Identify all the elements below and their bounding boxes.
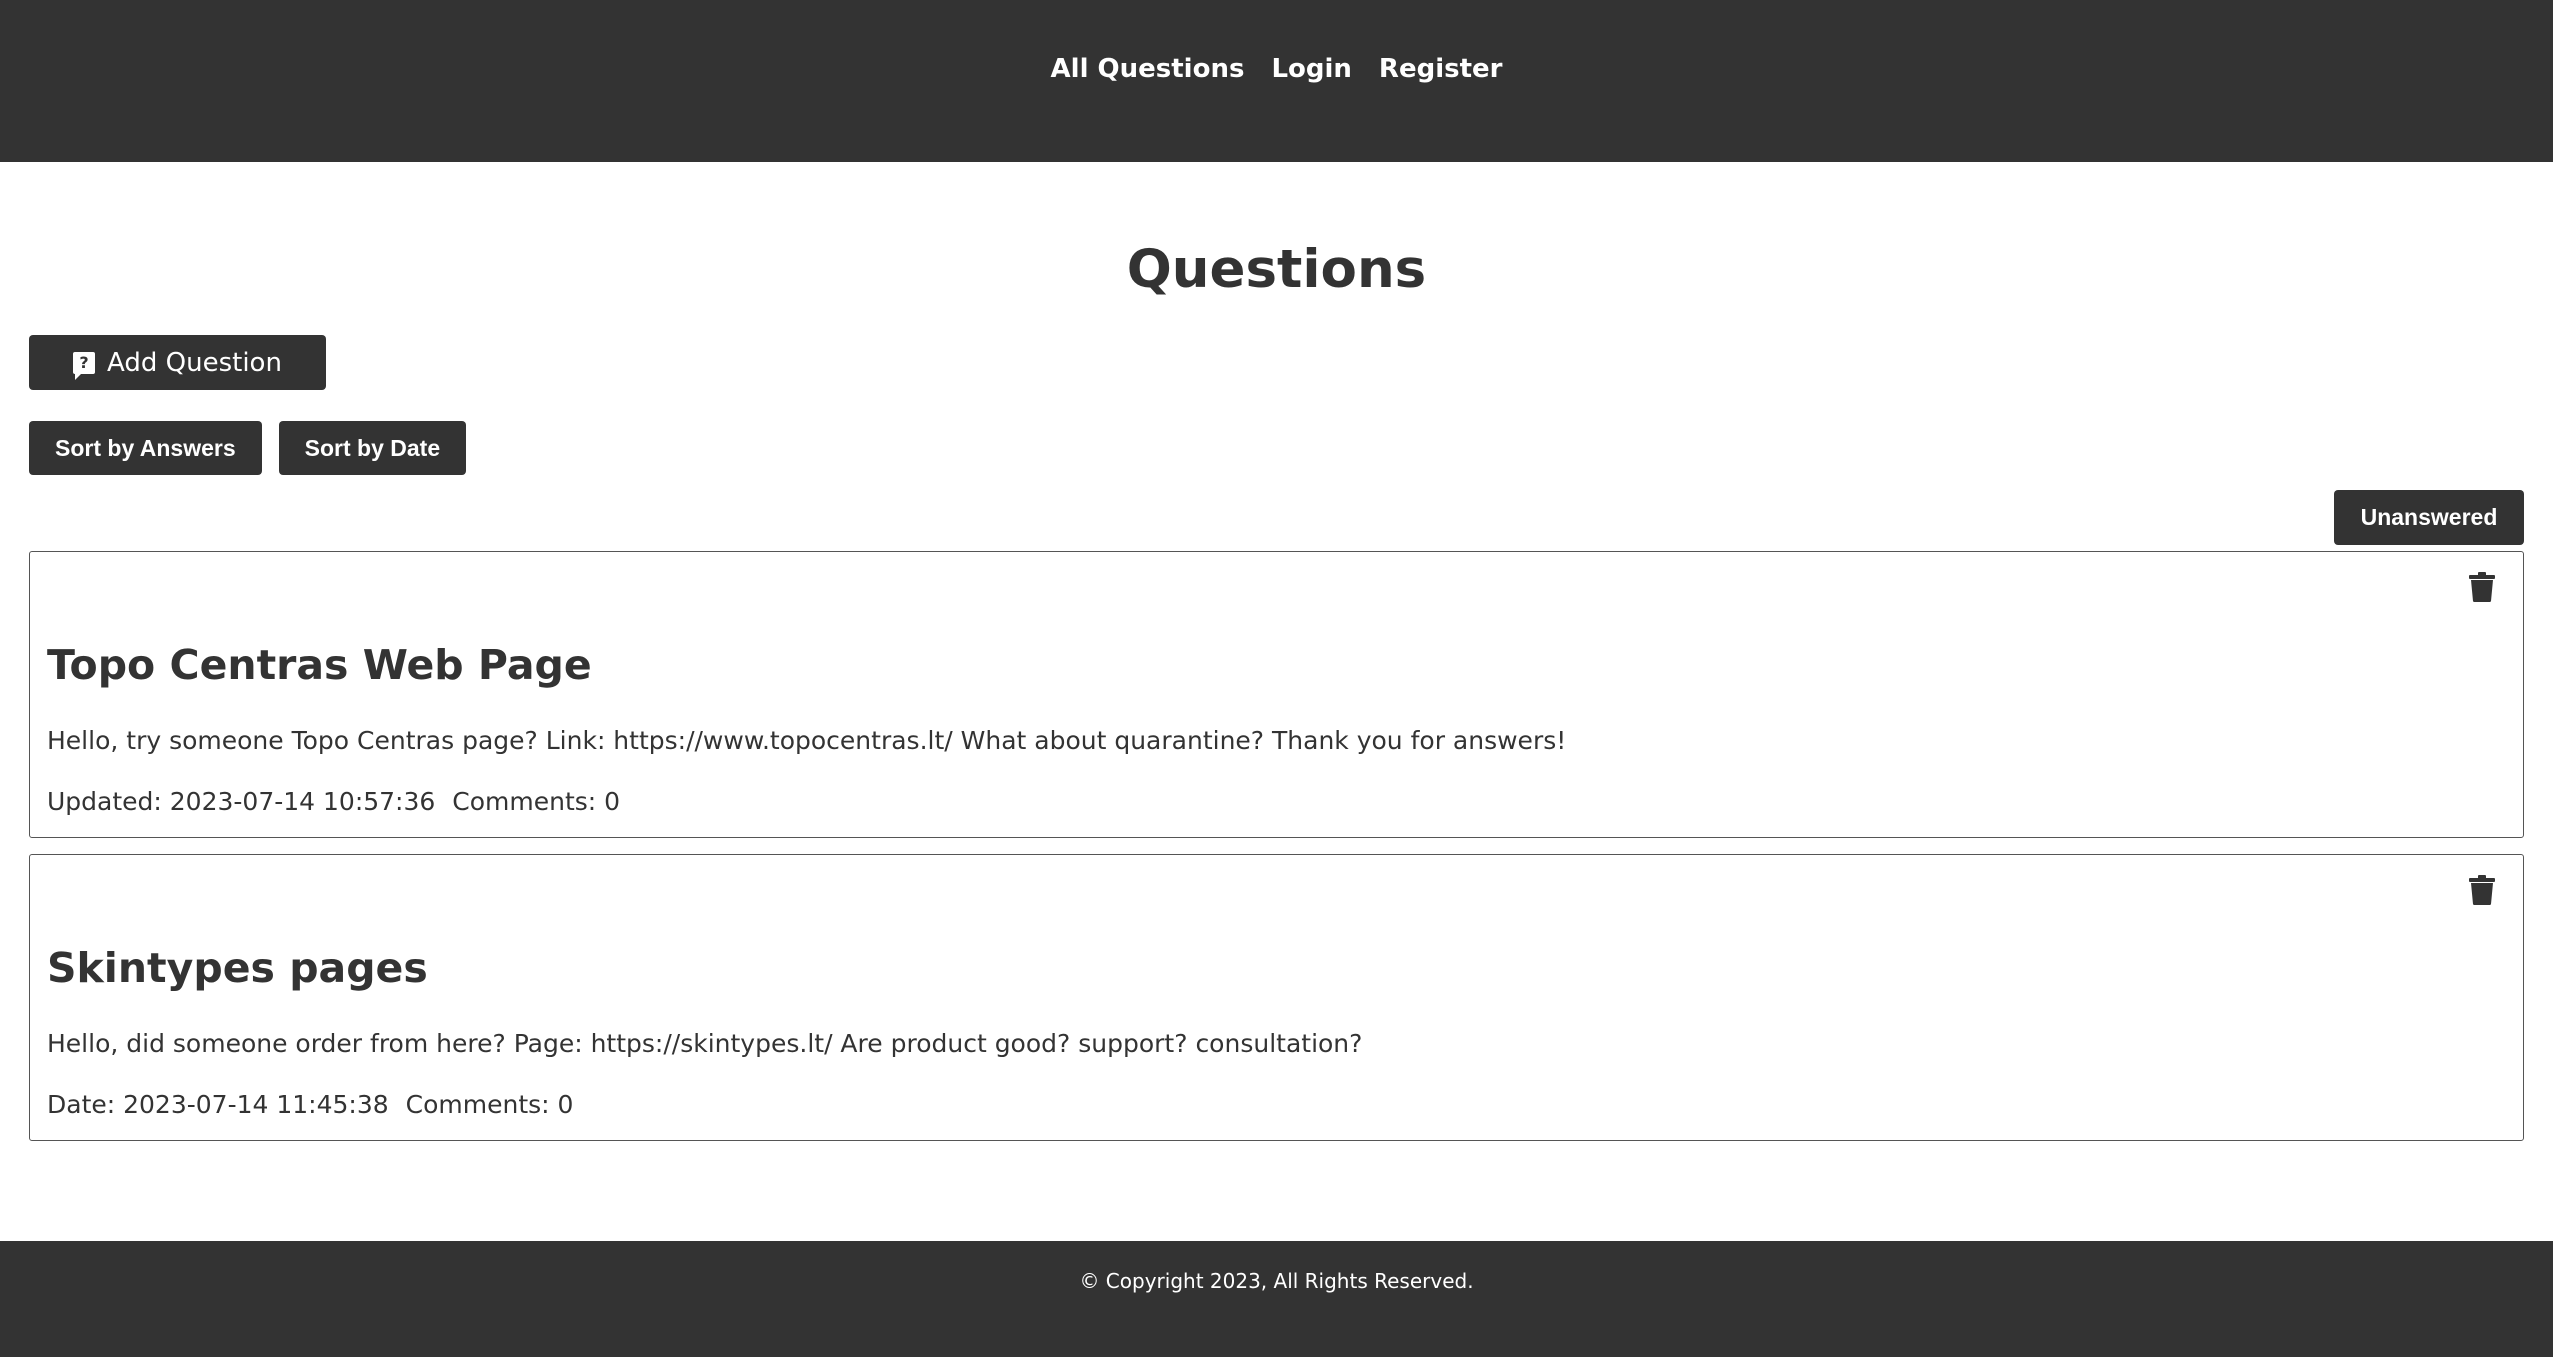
- question-comments-count: Comments: 0: [405, 1090, 574, 1119]
- question-card[interactable]: Topo Centras Web Page Hello, try someone…: [29, 551, 2524, 838]
- add-question-button[interactable]: ? Add Question: [29, 335, 326, 390]
- sort-by-date-button[interactable]: Sort by Date: [278, 421, 467, 475]
- unanswered-filter-button[interactable]: Unanswered: [2334, 490, 2524, 545]
- nav-register-link[interactable]: Register: [1379, 50, 1503, 88]
- question-body: Hello, did someone order from here? Page…: [47, 1029, 1363, 1058]
- question-card[interactable]: Skintypes pages Hello, did someone order…: [29, 854, 2524, 1141]
- page-title: Questions: [1126, 239, 1427, 300]
- main-content: Questions ? Add Question Sort by Answers…: [0, 162, 2553, 1241]
- question-bubble-icon: ?: [73, 351, 96, 380]
- trash-icon[interactable]: [2469, 572, 2495, 602]
- sort-by-answers-button[interactable]: Sort by Answers: [29, 421, 262, 475]
- question-date: Updated: 2023-07-14 10:57:36: [47, 787, 436, 816]
- trash-icon[interactable]: [2469, 875, 2495, 905]
- question-meta: Date: 2023-07-14 11:45:38 Comments: 0: [47, 1089, 573, 1121]
- nav-login-link[interactable]: Login: [1271, 50, 1351, 88]
- question-body: Hello, try someone Topo Centras page? Li…: [47, 726, 1567, 755]
- question-date: Date: 2023-07-14 11:45:38: [47, 1090, 389, 1119]
- question-title[interactable]: Topo Centras Web Page: [47, 640, 592, 690]
- sort-controls: Sort by Answers Sort by Date: [29, 421, 467, 475]
- question-meta: Updated: 2023-07-14 10:57:36 Comments: 0: [47, 786, 620, 818]
- site-footer: © Copyright 2023, All Rights Reserved.: [0, 1241, 2553, 1357]
- question-title[interactable]: Skintypes pages: [47, 943, 428, 993]
- question-comments-count: Comments: 0: [452, 787, 621, 816]
- copyright-text: © Copyright 2023, All Rights Reserved.: [1079, 1269, 1474, 1293]
- nav-all-questions-link[interactable]: All Questions: [1051, 50, 1245, 88]
- page: All Questions Login Register Questions ?…: [0, 0, 2553, 1357]
- main-nav: All Questions Login Register: [1051, 50, 1503, 88]
- add-question-label: Add Question: [107, 347, 282, 378]
- site-header: All Questions Login Register: [0, 0, 2553, 162]
